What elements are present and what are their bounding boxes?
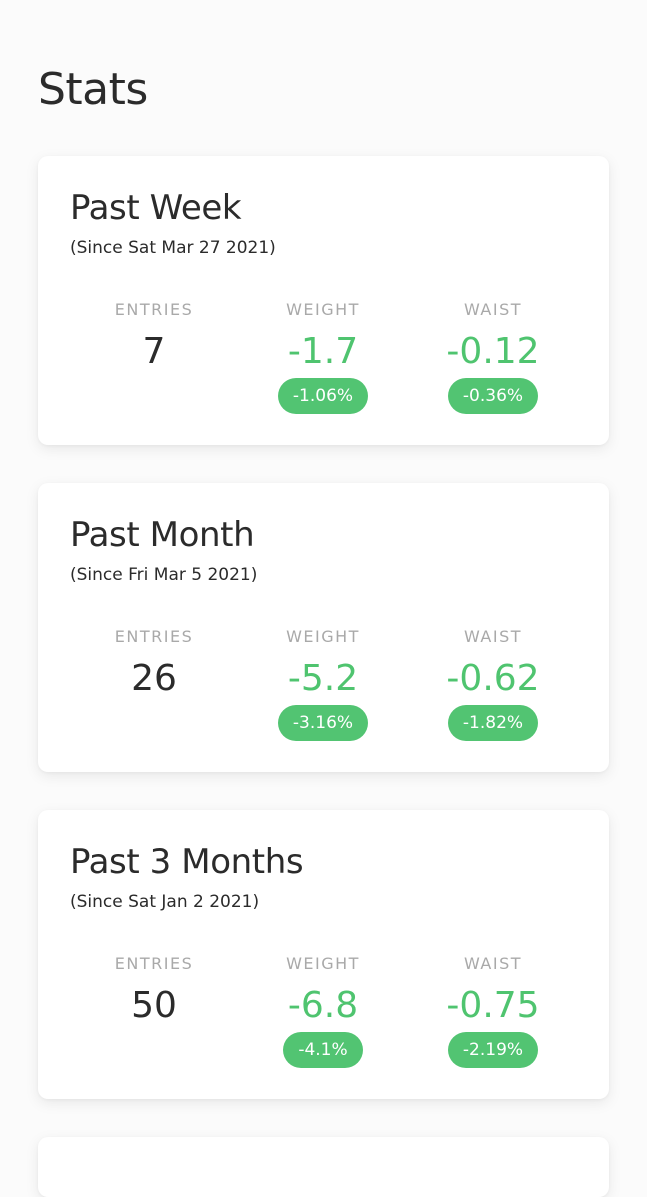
waist-stat: WAIST -0.75 -2.19% (408, 954, 578, 1068)
entries-stat: ENTRIES 7 (69, 300, 239, 372)
waist-label: WAIST (463, 300, 523, 319)
waist-change-value: -0.62 (446, 658, 540, 699)
card-subtitle: (Since Sat Jan 2 2021) (70, 892, 260, 912)
waist-change-value: -0.12 (446, 331, 540, 372)
entries-label: ENTRIES (114, 300, 194, 319)
entries-label: ENTRIES (114, 627, 194, 646)
weight-change-value: -1.7 (287, 331, 359, 372)
card-subtitle: (Since Sat Mar 27 2021) (70, 238, 276, 258)
entries-label: ENTRIES (114, 954, 194, 973)
waist-label: WAIST (463, 954, 523, 973)
weight-percent-badge: -1.06% (277, 378, 369, 414)
waist-percent-badge: -0.36% (447, 378, 539, 414)
weight-percent-badge: -3.16% (277, 705, 369, 741)
stats-card-past-month[interactable]: Past Month (Since Fri Mar 5 2021) ENTRIE… (38, 483, 609, 772)
weight-percent-badge: -4.1% (283, 1032, 363, 1068)
weight-label: WEIGHT (286, 300, 360, 319)
weight-stat: WEIGHT -5.2 -3.16% (238, 627, 408, 741)
waist-percent-badge: -1.82% (447, 705, 539, 741)
stats-card-partial[interactable] (38, 1137, 609, 1197)
entries-value: 7 (142, 331, 166, 372)
waist-percent-badge: -2.19% (447, 1032, 539, 1068)
card-title: Past Week (70, 188, 242, 228)
card-subtitle: (Since Fri Mar 5 2021) (70, 565, 258, 585)
stats-card-past-3-months[interactable]: Past 3 Months (Since Sat Jan 2 2021) ENT… (38, 810, 609, 1099)
stats-card-past-week[interactable]: Past Week (Since Sat Mar 27 2021) ENTRIE… (38, 156, 609, 445)
entries-stat: ENTRIES 26 (69, 627, 239, 699)
waist-label: WAIST (463, 627, 523, 646)
waist-stat: WAIST -0.12 -0.36% (408, 300, 578, 414)
waist-change-value: -0.75 (446, 985, 540, 1026)
card-title: Past Month (70, 515, 255, 555)
card-title: Past 3 Months (70, 842, 304, 882)
weight-stat: WEIGHT -1.7 -1.06% (238, 300, 408, 414)
entries-value: 26 (131, 658, 177, 699)
entries-value: 50 (131, 985, 177, 1026)
weight-label: WEIGHT (286, 627, 360, 646)
page-title: Stats (38, 64, 148, 115)
waist-stat: WAIST -0.62 -1.82% (408, 627, 578, 741)
weight-label: WEIGHT (286, 954, 360, 973)
entries-stat: ENTRIES 50 (69, 954, 239, 1026)
weight-stat: WEIGHT -6.8 -4.1% (238, 954, 408, 1068)
weight-change-value: -5.2 (287, 658, 359, 699)
weight-change-value: -6.8 (287, 985, 359, 1026)
